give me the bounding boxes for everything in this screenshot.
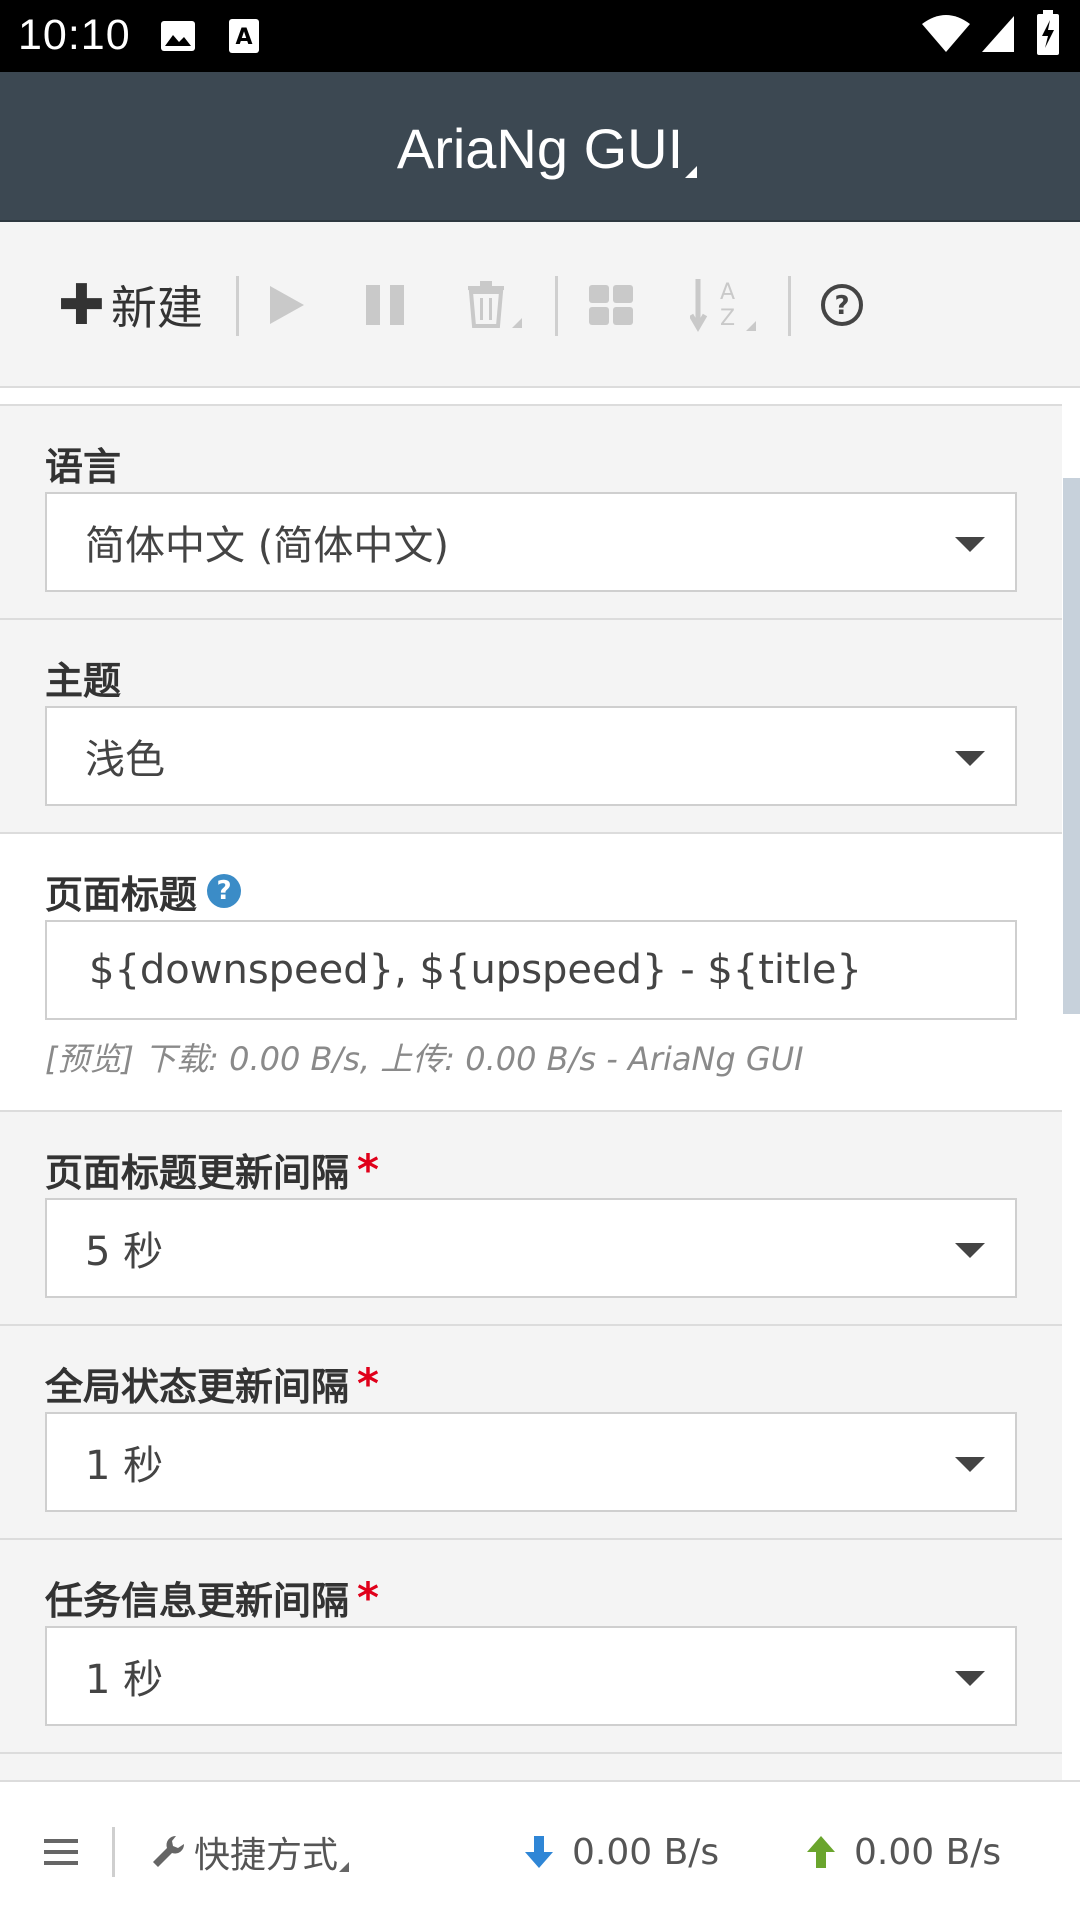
- setting-label-text: 任务信息更新间隔: [45, 1578, 350, 1623]
- signal-icon: [980, 14, 1016, 58]
- select-value: 浅色: [85, 737, 165, 783]
- arrow-up-icon: [807, 1836, 835, 1868]
- svg-text:Z: Z: [720, 306, 735, 331]
- dropdown-arrow-icon: [955, 1671, 985, 1686]
- toolbar-divider: [788, 276, 791, 336]
- task-refresh-interval-select[interactable]: 1 秒: [45, 1626, 1017, 1726]
- trash-icon: [468, 281, 522, 328]
- setting-label: 任务信息更新间隔 *: [45, 1540, 1017, 1626]
- svg-text:?: ?: [834, 291, 849, 321]
- dropdown-arrow-icon: [955, 1457, 985, 1472]
- new-task-button[interactable]: ✚ 新建: [58, 222, 203, 388]
- setting-language: 语言 简体中文 (简体中文): [0, 406, 1062, 620]
- setting-label-text: 主题: [45, 658, 122, 703]
- svg-text:A: A: [720, 280, 735, 305]
- dropdown-caret-icon: [339, 1862, 350, 1872]
- toolbar-divider: [236, 276, 239, 336]
- status-time: 10:10: [18, 11, 131, 59]
- required-marker: *: [357, 1572, 379, 1622]
- sort-button[interactable]: AZ: [690, 222, 760, 388]
- scrollbar[interactable]: [1063, 478, 1080, 1014]
- help-question-icon[interactable]: ?: [207, 874, 242, 908]
- dropdown-arrow-icon: [955, 537, 985, 552]
- setting-title-refresh-interval: 页面标题更新间隔 * 5 秒: [0, 1112, 1062, 1326]
- required-marker: *: [357, 1144, 379, 1194]
- setting-global-stat-refresh-interval: 全局状态更新间隔 * 1 秒: [0, 1326, 1062, 1540]
- select-value: 1 秒: [85, 1443, 164, 1489]
- setting-task-refresh-interval: 任务信息更新间隔 * 1 秒: [0, 1540, 1062, 1754]
- question-circle-icon: ?: [821, 284, 863, 326]
- download-speed-value: 0.00 B/s: [572, 1831, 720, 1873]
- select-value: 5 秒: [85, 1229, 164, 1275]
- dropdown-arrow-icon: [955, 751, 985, 766]
- app-header: AriaNg GUI: [0, 72, 1080, 222]
- download-speed: 0.00 B/s: [522, 1782, 719, 1922]
- setting-label: 语言: [45, 406, 1017, 492]
- setting-label-text: 页面标题更新间隔: [45, 1150, 350, 1195]
- app-title[interactable]: AriaNg GUI: [0, 116, 1080, 181]
- hamburger-menu-icon: [44, 1839, 78, 1865]
- upload-speed: 0.00 B/s: [804, 1782, 1001, 1922]
- battery-charging-icon: [1036, 10, 1060, 60]
- pause-icon: [366, 285, 404, 325]
- setting-label-text: 页面标题: [45, 872, 198, 917]
- status-bar: 10:10 A: [0, 0, 1080, 72]
- setting-page-title: 页面标题 ? ${downspeed}, ${upspeed} - ${titl…: [0, 834, 1062, 1112]
- page-title-preview: [预览] 下载: 0.00 B/s, 上传: 0.00 B/s - AriaNg…: [45, 1040, 804, 1078]
- delete-button[interactable]: [466, 222, 526, 388]
- arrow-down-icon: [525, 1836, 553, 1868]
- sort-alpha-icon: AZ: [690, 279, 756, 332]
- setting-theme: 主题 浅色: [0, 620, 1062, 834]
- dropdown-arrow-icon: [955, 1243, 985, 1258]
- language-select[interactable]: 简体中文 (简体中文): [45, 492, 1017, 592]
- input-value: ${downspeed}, ${upspeed} - ${title}: [89, 947, 862, 993]
- menu-button[interactable]: [44, 1782, 78, 1922]
- shortcut-button[interactable]: 快捷方式: [150, 1782, 350, 1922]
- new-task-label: 新建: [110, 281, 203, 335]
- wifi-icon: [920, 14, 972, 58]
- setting-label-text: 语言: [45, 444, 122, 489]
- select-value: 1 秒: [85, 1657, 164, 1703]
- start-button[interactable]: [266, 222, 308, 388]
- status-footer: 快捷方式 0.00 B/s 0.00 B/s: [0, 1780, 1080, 1920]
- title-dropdown-caret-icon[interactable]: [683, 164, 699, 180]
- setting-label: 页面标题更新间隔 *: [45, 1112, 1017, 1198]
- image-icon: [160, 20, 196, 56]
- view-mode-button[interactable]: [588, 222, 634, 388]
- footer-divider: [112, 1827, 115, 1877]
- setting-label: 全局状态更新间隔 *: [45, 1326, 1017, 1412]
- accessibility-a-icon: A: [228, 18, 260, 58]
- toolbar-divider: [555, 276, 558, 336]
- setting-label-text: 全局状态更新间隔: [45, 1364, 350, 1409]
- svg-text:A: A: [235, 25, 252, 50]
- grid-icon: [589, 285, 633, 325]
- global-stat-refresh-interval-select[interactable]: 1 秒: [45, 1412, 1017, 1512]
- plus-icon: ✚: [58, 272, 105, 338]
- select-value: 简体中文 (简体中文): [85, 523, 449, 569]
- toolbar: ✚ 新建 AZ ?: [0, 222, 1080, 388]
- pause-button[interactable]: [364, 222, 408, 388]
- setting-label: 主题: [45, 620, 1017, 706]
- setting-label: 页面标题 ?: [45, 834, 1017, 920]
- title-refresh-interval-select[interactable]: 5 秒: [45, 1198, 1017, 1298]
- upload-speed-value: 0.00 B/s: [854, 1831, 1002, 1873]
- required-marker: *: [357, 1358, 379, 1408]
- wrench-icon: [153, 1835, 185, 1867]
- theme-select[interactable]: 浅色: [45, 706, 1017, 806]
- section-spacer: [0, 1754, 1062, 1780]
- page-title-input[interactable]: ${downspeed}, ${upspeed} - ${title}: [45, 920, 1017, 1020]
- settings-content: 语言 简体中文 (简体中文) 主题 浅色 页面标题 ? ${downspeed}…: [0, 388, 1062, 1780]
- help-button[interactable]: ?: [820, 222, 864, 388]
- section-spacer: [0, 388, 1062, 406]
- shortcut-label: 快捷方式: [194, 1835, 339, 1876]
- play-icon: [270, 286, 304, 324]
